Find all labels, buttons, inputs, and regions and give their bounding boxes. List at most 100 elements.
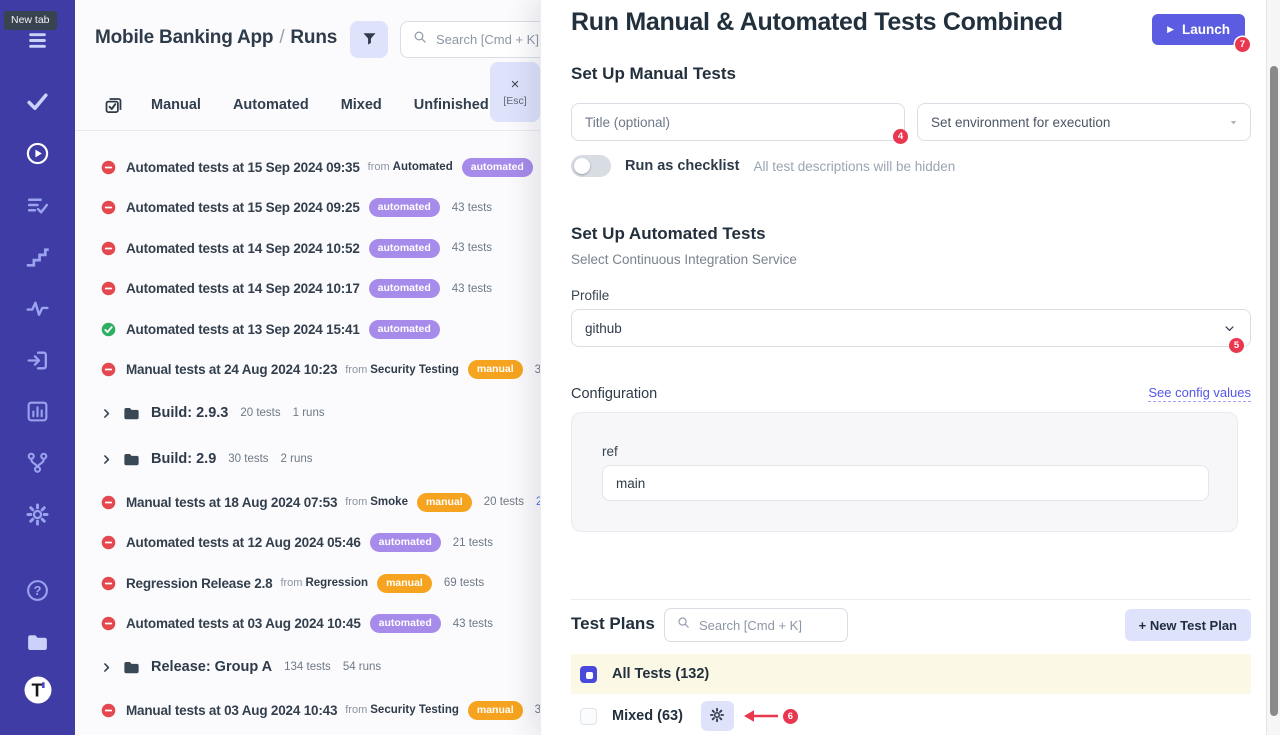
chevron-right-icon[interactable] bbox=[100, 453, 113, 466]
help-icon[interactable]: ? bbox=[0, 576, 75, 604]
close-panel-button[interactable]: × [Esc] bbox=[490, 62, 540, 122]
folder-runs-count: 2 runs bbox=[281, 453, 313, 465]
tab-manual[interactable]: Manual bbox=[151, 97, 201, 113]
runs-tab-bar: Manual Automated Mixed Unfinished bbox=[103, 88, 521, 122]
manual-section-heading: Set Up Manual Tests bbox=[571, 64, 736, 84]
run-row[interactable]: Automated tests at 12 Aug 2024 05:46 auto… bbox=[75, 523, 540, 564]
configuration-label: Configuration bbox=[571, 386, 657, 402]
profile-select[interactable]: github bbox=[571, 309, 1251, 347]
runs-list-area: Mobile Banking App/Runs ManualAutomatedM… bbox=[75, 0, 540, 735]
run-title: Automated tests at 13 Sep 2024 15:41 bbox=[126, 322, 360, 337]
run-tests-count: 21 tests bbox=[453, 537, 493, 549]
run-type-badge: automated bbox=[370, 533, 441, 552]
logo-icon[interactable]: T bbox=[0, 676, 75, 704]
test-plan-rows: All Tests (132)Mixed (63)6 bbox=[571, 654, 1251, 735]
run-tests-count: 20 tests bbox=[484, 496, 524, 508]
run-row[interactable]: Manual tests at 03 Aug 2024 10:43fromSec… bbox=[75, 690, 540, 731]
ci-subtitle: Select Continuous Integration Service bbox=[571, 252, 797, 267]
run-row[interactable]: Automated tests at 13 Sep 2024 15:41auto… bbox=[75, 309, 540, 350]
run-row[interactable]: Automated tests at 03 Aug 2024 10:45auto… bbox=[75, 604, 540, 645]
toggle-knob bbox=[574, 158, 590, 174]
folder-row[interactable]: Build: 2.9.320 tests1 runs bbox=[75, 390, 540, 436]
failed-status-icon bbox=[100, 534, 117, 551]
configuration-box: ref bbox=[571, 412, 1238, 532]
new-test-plan-button[interactable]: + New Test Plan bbox=[1125, 609, 1251, 641]
run-source: fromSecurity Testing bbox=[345, 704, 459, 716]
run-type-badge: automated bbox=[370, 614, 441, 633]
run-row[interactable]: Regression Release 2.8fromRegressionmanu… bbox=[75, 563, 540, 604]
new-tab-tooltip: New tab bbox=[4, 11, 57, 30]
see-config-values-link[interactable]: See config values bbox=[1148, 385, 1251, 402]
launch-button[interactable]: ▶ Launch bbox=[1152, 14, 1245, 45]
folder-row[interactable]: Build: 2.930 tests2 runs bbox=[75, 436, 540, 482]
run-title: Automated tests at 12 Aug 2024 05:46 bbox=[126, 535, 361, 550]
launch-label: Launch bbox=[1182, 22, 1230, 37]
checklist-toggle[interactable] bbox=[571, 155, 611, 177]
chevron-down-icon bbox=[1222, 321, 1237, 336]
folder-row[interactable]: Release: Group A134 tests54 runs bbox=[75, 644, 540, 690]
test-plan-row[interactable]: All Tests (132) bbox=[571, 654, 1251, 694]
configuration-row: Configuration See config values bbox=[571, 385, 1251, 402]
plan-checkbox[interactable] bbox=[580, 666, 597, 683]
run-source-name: Security Testing bbox=[370, 704, 459, 716]
run-row[interactable]: Manual tests at 24 Aug 2024 10:23fromSec… bbox=[75, 350, 540, 391]
select-all-icon[interactable] bbox=[103, 95, 124, 116]
menu-icon[interactable] bbox=[0, 26, 75, 54]
checklist-icon[interactable] bbox=[0, 191, 75, 219]
page-title: Run Manual & Automated Tests Combined bbox=[571, 8, 1063, 37]
run-tests-count: 43 tests bbox=[452, 242, 492, 254]
panel-scrollbar[interactable] bbox=[1266, 0, 1280, 735]
runs-search-input[interactable] bbox=[436, 32, 540, 47]
environment-select[interactable]: Set environment for execution bbox=[917, 103, 1251, 141]
folder-icon bbox=[122, 450, 141, 469]
import-icon[interactable] bbox=[0, 346, 75, 374]
run-title: Regression Release 2.8 bbox=[126, 576, 272, 591]
folder-tests-count: 134 tests bbox=[284, 661, 331, 673]
plan-checkbox[interactable] bbox=[580, 708, 597, 725]
run-row[interactable]: Automated tests at 15 Sep 2024 09:25auto… bbox=[75, 188, 540, 229]
test-plans-search-input[interactable] bbox=[699, 618, 836, 633]
breadcrumb-project[interactable]: Mobile Banking App bbox=[95, 27, 273, 48]
check-icon[interactable] bbox=[0, 87, 75, 115]
branch-icon[interactable] bbox=[0, 448, 75, 476]
annotation-badge-7: 7 bbox=[1235, 37, 1250, 52]
environment-select-value: Set environment for execution bbox=[931, 115, 1110, 130]
run-row[interactable]: Automated tests at 14 Sep 2024 10:52auto… bbox=[75, 228, 540, 269]
settings-gear-icon[interactable] bbox=[0, 500, 75, 528]
test-plan-row[interactable]: Mixed (63)6 bbox=[571, 696, 1251, 735]
chevron-right-icon[interactable] bbox=[100, 407, 113, 420]
search-icon bbox=[412, 29, 428, 50]
filter-button[interactable] bbox=[350, 21, 388, 58]
annotation-badge-5: 5 bbox=[1229, 338, 1244, 353]
svg-text:?: ? bbox=[34, 582, 42, 597]
plan-settings-button[interactable] bbox=[701, 701, 734, 731]
play-circle-icon[interactable] bbox=[0, 139, 75, 167]
run-title: Automated tests at 14 Sep 2024 10:17 bbox=[126, 281, 360, 296]
run-row[interactable]: Automated tests at 14 Sep 2024 10:17auto… bbox=[75, 269, 540, 310]
sidebar: ?T bbox=[0, 0, 75, 735]
failed-status-icon bbox=[100, 615, 117, 632]
pulse-icon[interactable] bbox=[0, 294, 75, 322]
projects-folder-icon[interactable] bbox=[0, 628, 75, 656]
run-type-badge: automated bbox=[369, 239, 440, 258]
steps-icon[interactable] bbox=[0, 243, 75, 271]
analytics-chart-icon[interactable] bbox=[0, 397, 75, 425]
run-source: fromSmoke bbox=[345, 496, 408, 508]
run-source: fromRegression bbox=[280, 577, 368, 589]
run-row[interactable]: Automated tests at 15 Sep 2024 09:35from… bbox=[75, 147, 540, 188]
chevron-right-icon[interactable] bbox=[100, 661, 113, 674]
folder-runs-count: 54 runs bbox=[343, 661, 381, 673]
search-icon bbox=[676, 615, 691, 635]
scrollbar-thumb[interactable] bbox=[1270, 66, 1278, 716]
run-type-badge: manual bbox=[468, 701, 523, 720]
ref-input[interactable] bbox=[602, 465, 1209, 501]
tab-unfinished[interactable]: Unfinished bbox=[414, 97, 489, 113]
tab-automated[interactable]: Automated bbox=[233, 97, 309, 113]
run-row[interactable]: Manual tests at 18 Aug 2024 07:53fromSmo… bbox=[75, 482, 540, 523]
run-type-badge: manual bbox=[468, 360, 523, 379]
run-type-badge: automated bbox=[462, 158, 533, 177]
esc-key-label: [Esc] bbox=[503, 95, 526, 107]
tab-mixed[interactable]: Mixed bbox=[341, 97, 382, 113]
run-title-input[interactable] bbox=[571, 103, 905, 141]
annotation-arrow-icon bbox=[743, 708, 780, 724]
